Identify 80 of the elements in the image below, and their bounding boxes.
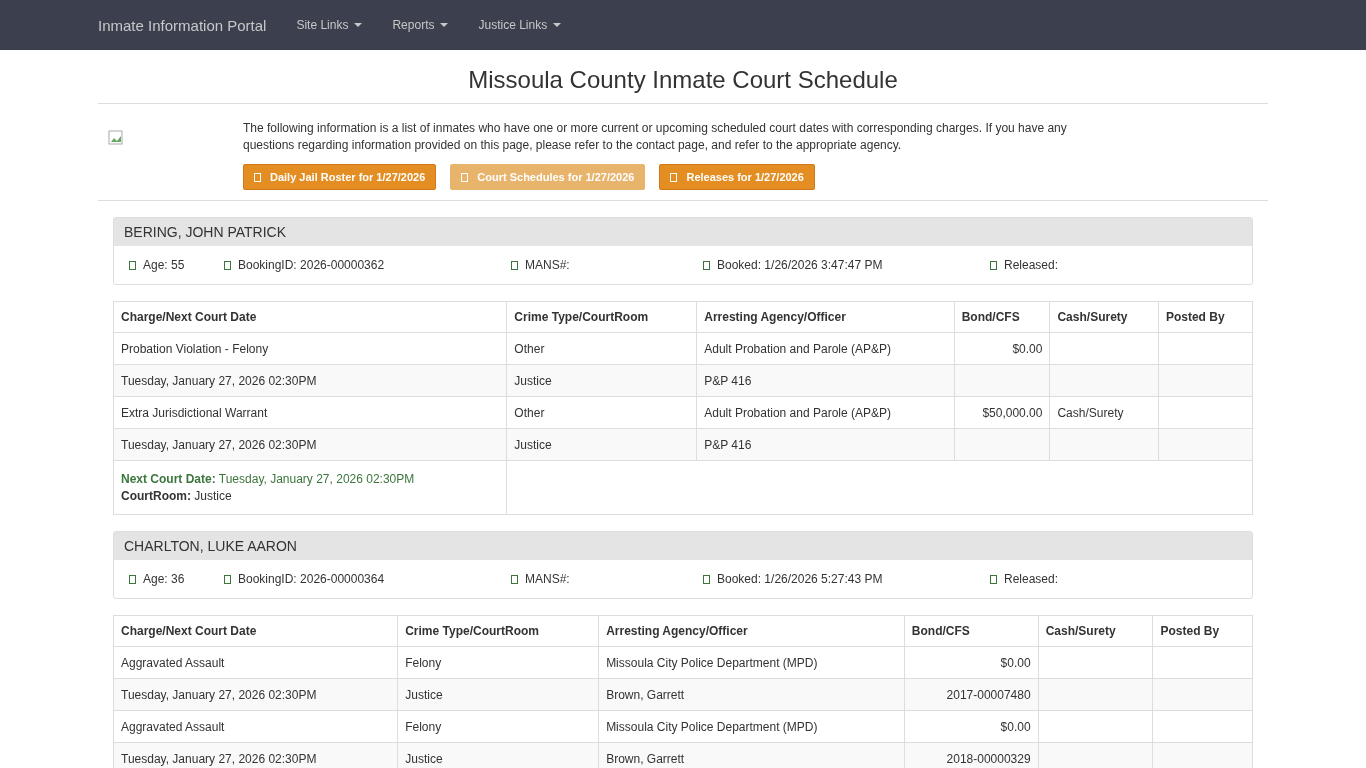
table-cell: Extra Jurisdictional Warrant	[113, 396, 507, 429]
glyph-icon	[703, 574, 710, 584]
inmate-detail: Released:	[1004, 572, 1059, 586]
glyph-icon	[511, 260, 518, 270]
table-cell: Other	[506, 332, 697, 365]
table-cell: Adult Probation and Parole (AP&P)	[696, 396, 955, 429]
table-cell: 2017-00007480	[904, 678, 1039, 711]
next-court-date: Next Court Date: Tuesday, January 27, 2026 02:30PM	[121, 472, 416, 486]
table-cell: Justice	[397, 742, 599, 768]
table-cell: Brown, Garrett	[598, 742, 905, 768]
inmate-detail: Released:	[1004, 258, 1059, 272]
courtroom: CourtRoom: Justice	[121, 489, 233, 503]
inmate-detail: BookingID: 2026-00000362	[238, 258, 385, 272]
caret-icon	[354, 23, 363, 27]
table-cell: P&P 416	[696, 428, 955, 461]
inmate-detail: Booked: 1/26/2026 5:27:43 PM	[717, 572, 883, 586]
inmate-detail: Booked: 1/26/2026 3:47:47 PM	[717, 258, 883, 272]
column-header: Cash/Surety	[1038, 615, 1153, 647]
column-header: Posted By	[1152, 615, 1253, 647]
table-cell: $50,000.00	[954, 396, 1050, 429]
glyph-icon	[670, 172, 678, 182]
column-header: Cash/Surety	[1049, 301, 1159, 333]
table-cell: Missoula City Police Department (MPD)	[598, 710, 905, 743]
broken-image-icon	[108, 130, 124, 146]
column-header: Posted By	[1158, 301, 1253, 333]
caret-icon	[440, 23, 449, 27]
table-cell: Missoula City Police Department (MPD)	[598, 646, 905, 679]
table-cell: P&P 416	[696, 364, 955, 397]
table-cell: Aggravated Assault	[113, 710, 398, 743]
table-cell: Tuesday, January 27, 2026 02:30PM	[113, 678, 398, 711]
column-header: Bond/CFS	[904, 615, 1039, 647]
table-cell: Probation Violation - Felony	[113, 332, 507, 365]
table-cell: Tuesday, January 27, 2026 02:30PM	[113, 428, 507, 461]
inmate-detail: MANS#:	[525, 258, 570, 272]
glyph-icon	[224, 574, 231, 584]
column-header: Charge/Next Court Date	[113, 615, 398, 647]
glyph-icon	[224, 260, 231, 270]
table-cell: 2018-00000329	[904, 742, 1039, 768]
nav-menu[interactable]: Justice Links	[478, 18, 562, 32]
glyph-icon	[990, 260, 997, 270]
table-cell: $0.00	[904, 710, 1039, 743]
table-cell: Other	[506, 396, 697, 429]
nav-menu[interactable]: Reports	[392, 18, 449, 32]
table-cell: Brown, Garrett	[598, 678, 905, 711]
table-cell: Adult Probation and Parole (AP&P)	[696, 332, 955, 365]
page-title: Missoula County Inmate Court Schedule	[98, 66, 1268, 104]
glyph-icon	[990, 574, 997, 584]
table-cell: Justice	[506, 364, 697, 397]
glyph-icon	[129, 260, 136, 270]
table-cell: Cash/Surety	[1049, 396, 1159, 429]
inmate-detail: Age: 55	[143, 258, 185, 272]
column-header: Crime Type/CourtRoom	[506, 301, 697, 333]
table-cell: $0.00	[954, 332, 1050, 365]
glyph-icon	[703, 260, 710, 270]
nav-menu[interactable]: Site Links	[296, 18, 363, 32]
inmate-detail: BookingID: 2026-00000364	[238, 572, 385, 586]
table-cell: Justice	[397, 678, 599, 711]
table-cell: Justice	[506, 428, 697, 461]
inmate-name: BERING, JOHN PATRICK	[114, 218, 1252, 246]
inmate-name: CHARLTON, LUKE AARON	[114, 532, 1252, 560]
glyph-icon	[254, 172, 261, 182]
inmate-detail: MANS#:	[525, 572, 570, 586]
intro-text: The following information is a list of inmates who have one or more current or upcoming scheduled court dates with corresponding charges. If you have any questions regarding information provided on this page, please refer to the contact page, and refer to the appropriate agency.	[243, 120, 1068, 154]
column-header: Charge/Next Court Date	[113, 301, 507, 333]
glyph-icon	[511, 574, 518, 584]
caret-icon	[553, 23, 562, 27]
inmate-detail: Age: 36	[143, 572, 185, 586]
table-cell: Felony	[397, 710, 599, 743]
table-cell: Felony	[397, 646, 599, 679]
column-header: Arresting Agency/Officer	[598, 615, 905, 647]
glyph-icon	[129, 574, 136, 584]
column-header: Crime Type/CourtRoom	[397, 615, 599, 647]
glyph-icon	[461, 172, 469, 182]
table-cell: Tuesday, January 27, 2026 02:30PM	[113, 364, 507, 397]
brand-title[interactable]: Inmate Information Portal	[98, 16, 267, 34]
column-header: Bond/CFS	[954, 301, 1050, 333]
table-cell: Aggravated Assault	[113, 646, 398, 679]
table-cell: Tuesday, January 27, 2026 02:30PM	[113, 742, 398, 768]
column-header: Arresting Agency/Officer	[696, 301, 955, 333]
table-cell: $0.00	[904, 646, 1039, 679]
